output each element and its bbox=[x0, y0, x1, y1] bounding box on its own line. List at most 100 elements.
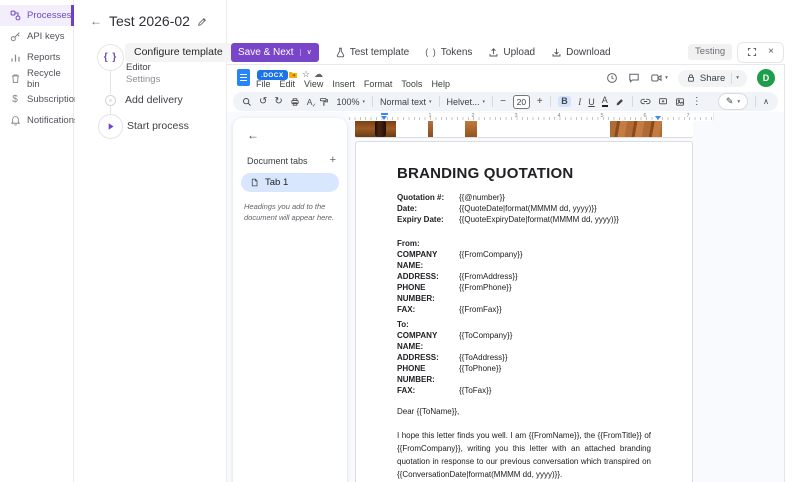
close-icon[interactable]: × bbox=[768, 47, 774, 57]
tokens-icon: ( ) bbox=[425, 47, 437, 57]
sidebar-item-notifications[interactable]: Notifications bbox=[0, 110, 79, 131]
docs-editor-embed: .DOCX ☆ ☁ File Edit View Insert Format T… bbox=[227, 64, 785, 482]
wood-image-fragment bbox=[465, 121, 477, 137]
step-add-delivery[interactable]: Add delivery bbox=[125, 94, 183, 106]
comments-icon[interactable] bbox=[628, 72, 640, 84]
wood-image-fragment bbox=[428, 121, 433, 137]
undo-icon[interactable]: ↺ bbox=[259, 96, 267, 107]
more-options-icon[interactable]: ⋮ bbox=[692, 96, 702, 107]
test-template-label: Test template bbox=[349, 46, 410, 58]
from-row: ADDRESS: {{FromAddress}} bbox=[397, 272, 518, 281]
zoom-value: 100% bbox=[336, 96, 360, 107]
bold-button[interactable]: B bbox=[557, 96, 572, 107]
user-avatar[interactable]: D bbox=[757, 69, 775, 87]
font-size-input[interactable]: 20 bbox=[512, 94, 530, 109]
spellcheck-icon[interactable]: A ✓ bbox=[307, 97, 317, 109]
font-select[interactable]: Helvet... ▾ bbox=[447, 97, 486, 107]
step-start-process-icon[interactable] bbox=[98, 114, 123, 139]
upload-button[interactable]: Upload bbox=[488, 47, 535, 58]
step-configure-template[interactable]: Configure template bbox=[125, 43, 232, 62]
indent-marker[interactable] bbox=[381, 113, 388, 115]
text-color-button[interactable]: A bbox=[601, 96, 608, 107]
main-sidebar: Processes API keys Reports Recycle bin $… bbox=[0, 0, 79, 482]
document-tabs-panel: ← Document tabs + Tab 1 Headings you add… bbox=[233, 118, 347, 482]
sidebar-item-recycle-bin[interactable]: Recycle bin bbox=[0, 67, 73, 90]
document-page[interactable]: BRANDING QUOTATION Quotation #: {{@number… bbox=[355, 141, 693, 482]
to-row: FAX: {{ToFax}} bbox=[397, 386, 492, 395]
edit-title-icon[interactable] bbox=[197, 17, 207, 27]
docs-file-icon bbox=[237, 69, 250, 86]
back-arrow-icon[interactable]: ← bbox=[90, 14, 102, 28]
tab-1[interactable]: Tab 1 bbox=[241, 173, 339, 192]
sidebar-item-subscription[interactable]: $ Subscription bbox=[0, 89, 79, 110]
flask-icon bbox=[335, 47, 346, 58]
sidebar-item-reports[interactable]: Reports bbox=[0, 47, 73, 68]
trash-icon bbox=[9, 73, 21, 85]
chevron-down-icon: ▾ bbox=[665, 75, 668, 81]
testing-badge: Testing bbox=[688, 44, 733, 60]
from-row: FAX: {{FromFax}} bbox=[397, 305, 502, 314]
highlight-color-icon[interactable] bbox=[615, 97, 625, 107]
share-button[interactable]: Share ▾ bbox=[677, 69, 747, 87]
font-value: Helvet... bbox=[446, 96, 480, 107]
menu-edit[interactable]: Edit bbox=[280, 79, 296, 89]
menu-tools[interactable]: Tools bbox=[401, 79, 422, 89]
version-history-icon[interactable] bbox=[606, 72, 618, 84]
collapse-tabs-icon[interactable]: ← bbox=[247, 128, 339, 142]
lock-icon bbox=[687, 74, 694, 82]
tab-label: Tab 1 bbox=[265, 177, 289, 188]
step-add-delivery-dot[interactable] bbox=[105, 95, 116, 106]
zoom-select[interactable]: 100% ▾ bbox=[336, 97, 365, 107]
step-sub-settings[interactable]: Settings bbox=[126, 74, 160, 85]
window-controls: × bbox=[737, 41, 784, 63]
paint-format-icon[interactable] bbox=[319, 97, 329, 107]
menu-view[interactable]: View bbox=[304, 79, 323, 89]
right-indent-marker[interactable] bbox=[655, 116, 661, 120]
insert-link-icon[interactable] bbox=[640, 96, 651, 107]
step-sub-editor[interactable]: Editor bbox=[126, 62, 151, 73]
redo-icon[interactable]: ↻ bbox=[274, 96, 282, 107]
bell-icon bbox=[9, 115, 21, 127]
underline-button[interactable]: U bbox=[588, 97, 595, 107]
tokens-button[interactable]: ( ) Tokens bbox=[425, 47, 472, 58]
paragraph-style-select[interactable]: Normal text ▾ bbox=[380, 97, 432, 107]
add-tab-icon[interactable]: + bbox=[330, 155, 336, 166]
video-call-button[interactable]: ▾ bbox=[650, 72, 668, 84]
indent-marker[interactable] bbox=[381, 116, 387, 120]
chevron-down-icon[interactable]: ∨ bbox=[299, 48, 312, 56]
italic-button[interactable]: I bbox=[578, 97, 581, 107]
menu-file[interactable]: File bbox=[256, 79, 271, 89]
tab-icon bbox=[250, 178, 259, 187]
download-button[interactable]: Download bbox=[551, 46, 611, 58]
sidebar-item-label: Recycle bin bbox=[27, 67, 61, 90]
menu-format[interactable]: Format bbox=[364, 79, 393, 89]
step-configure-template-icon[interactable]: { } bbox=[97, 44, 124, 71]
fullscreen-icon[interactable] bbox=[747, 47, 757, 57]
ruler-number: 2 bbox=[471, 113, 475, 119]
test-template-button[interactable]: Test template bbox=[335, 47, 409, 58]
decrease-font-icon[interactable]: − bbox=[500, 96, 506, 107]
menu-help[interactable]: Help bbox=[431, 79, 450, 89]
editing-mode-button[interactable]: ✎ ▾ bbox=[717, 93, 749, 110]
save-next-button[interactable]: Save & Next ∨ bbox=[231, 42, 319, 62]
chevron-down-icon[interactable]: ▾ bbox=[736, 75, 739, 81]
stepper: { } Configure template Editor Settings A… bbox=[75, 40, 232, 482]
hide-menus-icon[interactable]: ∧ bbox=[763, 97, 769, 106]
wood-image-fragment bbox=[610, 121, 662, 137]
step-start-process[interactable]: Start process bbox=[127, 120, 189, 132]
insert-image-icon[interactable] bbox=[675, 97, 685, 107]
download-label: Download bbox=[566, 46, 611, 58]
salutation: Dear {{ToName}}, bbox=[397, 407, 460, 416]
sidebar-item-processes[interactable]: Processes bbox=[0, 5, 74, 26]
ruler-number: 1 bbox=[428, 113, 432, 119]
reports-icon bbox=[9, 52, 21, 64]
print-icon[interactable] bbox=[290, 97, 300, 107]
sidebar-item-api-keys[interactable]: API keys bbox=[0, 26, 73, 47]
increase-font-icon[interactable]: + bbox=[537, 96, 543, 107]
wood-image-fragment bbox=[355, 121, 396, 137]
search-menus-icon[interactable] bbox=[242, 97, 252, 107]
document-title: BRANDING QUOTATION bbox=[397, 165, 574, 182]
menu-insert[interactable]: Insert bbox=[332, 79, 355, 89]
horizontal-ruler[interactable]: 1 2 3 4 5 6 7 bbox=[349, 113, 714, 121]
add-comment-icon[interactable] bbox=[658, 97, 668, 107]
